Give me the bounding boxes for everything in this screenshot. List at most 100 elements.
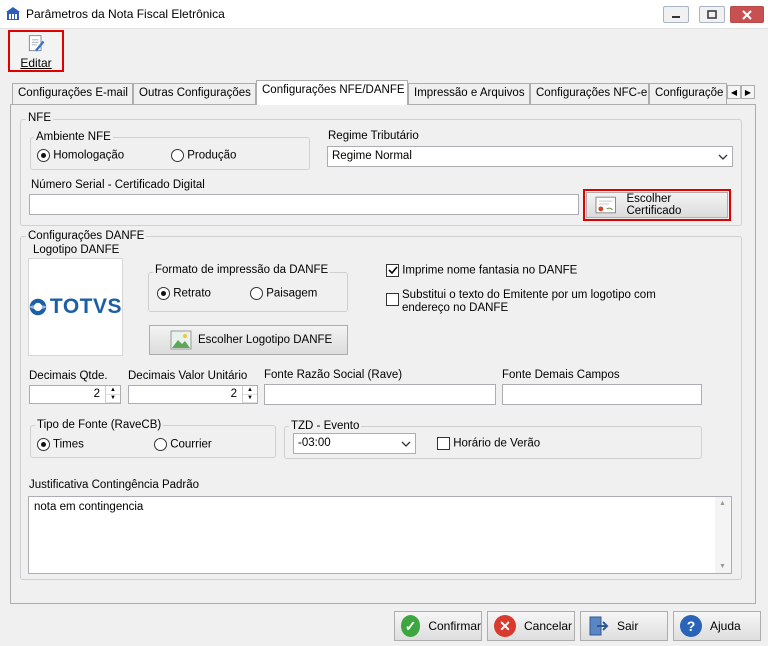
chevron-down-icon xyxy=(401,441,411,447)
justificativa-value: nota em contingencia xyxy=(34,501,144,513)
fonte-razao-input[interactable] xyxy=(264,384,496,405)
tzd-value: -03:00 xyxy=(298,437,331,449)
tab-scroll-left[interactable]: ◀ xyxy=(727,85,741,99)
serial-input[interactable] xyxy=(29,194,579,215)
regime-select[interactable]: Regime Normal xyxy=(327,146,733,167)
totvs-logo-icon xyxy=(29,298,47,316)
checkbox-label: Horário de Verão xyxy=(453,437,541,450)
radio-selected-icon xyxy=(157,287,170,300)
radio-producao[interactable]: Produção xyxy=(171,149,236,162)
radio-courrier[interactable]: Courrier xyxy=(154,438,212,451)
tab-label: Configurações E-mail xyxy=(18,87,128,99)
close-button[interactable] xyxy=(730,6,764,23)
radio-label: Produção xyxy=(187,149,237,162)
decimais-qtde-input[interactable]: 2 ▲ ▼ xyxy=(29,385,121,404)
tab-label: Configuraçõe xyxy=(655,87,724,99)
confirm-label: Confirmar xyxy=(428,619,481,633)
tab-label: Impressão e Arquivos xyxy=(414,87,525,99)
tab-impressao[interactable]: Impressão e Arquivos xyxy=(408,83,530,104)
choose-logo-button[interactable]: Escolher Logotipo DANFE xyxy=(149,325,348,355)
formato-label: Formato de impressão da DANFE xyxy=(153,264,331,276)
ambiente-label: Ambiente NFE xyxy=(34,131,113,143)
nfe-group-label: NFE xyxy=(26,112,53,124)
regime-value: Regime Normal xyxy=(332,150,412,162)
logo-preview: TOTVS xyxy=(28,258,123,356)
checkbox-icon xyxy=(386,293,399,306)
checkbox-label: Imprime nome fantasia no DANFE xyxy=(402,264,578,277)
radio-retrato[interactable]: Retrato xyxy=(157,287,211,300)
choose-logo-label: Escolher Logotipo DANFE xyxy=(198,334,333,346)
minimize-icon xyxy=(672,15,680,18)
radio-icon xyxy=(250,287,263,300)
tzd-label: TZD - Evento xyxy=(289,420,362,432)
tab-label: Configurações NFC-e xyxy=(536,87,648,99)
edit-label: Editar xyxy=(20,56,52,70)
checkbox-horario-verao[interactable]: Horário de Verão xyxy=(437,437,540,450)
tab-outras[interactable]: Outras Configurações xyxy=(133,83,256,104)
justificativa-textarea[interactable]: nota em contingencia ▲ ▼ xyxy=(28,496,732,574)
radio-times[interactable]: Times xyxy=(37,438,84,451)
tab-scroll-right[interactable]: ▶ xyxy=(741,85,755,99)
edit-document-icon xyxy=(28,35,45,52)
spinner[interactable]: ▲ ▼ xyxy=(105,386,120,403)
tipo-fonte-label: Tipo de Fonte (RaveCB) xyxy=(35,419,164,431)
tzd-select[interactable]: -03:00 xyxy=(293,433,416,454)
triangle-right-icon: ▶ xyxy=(744,87,752,97)
help-label: Ajuda xyxy=(710,619,741,633)
radio-icon xyxy=(171,149,184,162)
checkbox-icon xyxy=(437,437,450,450)
fonte-demais-label: Fonte Demais Campos xyxy=(502,369,620,381)
cancel-label: Cancelar xyxy=(524,619,573,633)
spin-down-icon: ▼ xyxy=(106,395,120,403)
cancel-icon: ✕ xyxy=(494,615,516,637)
decimais-valor-label: Decimais Valor Unitário xyxy=(128,370,248,382)
logo-text: TOTVS xyxy=(49,295,122,318)
checkbox-label: Substitui o texto do Emitente por um log… xyxy=(402,289,656,314)
justificativa-label: Justificativa Contingência Padrão xyxy=(29,479,200,491)
tab-nfe-danfe[interactable]: Configurações NFE/DANFE xyxy=(256,80,408,105)
choose-certificate-button[interactable]: Escolher Certificado xyxy=(586,192,728,218)
spin-up-icon: ▲ xyxy=(243,386,257,395)
checkbox-substitui-emitente[interactable]: Substitui o texto do Emitente por um log… xyxy=(386,289,686,315)
fonte-demais-input[interactable] xyxy=(502,384,702,405)
choose-certificate-label: Escolher Certificado xyxy=(626,193,682,217)
serial-label: Número Serial - Certificado Digital xyxy=(31,179,205,191)
fonte-razao-label: Fonte Razão Social (Rave) xyxy=(264,369,403,381)
radio-label: Paisagem xyxy=(266,287,318,300)
textarea-scrollbar[interactable]: ▲ ▼ xyxy=(715,497,731,573)
tab-label: Configurações NFE/DANFE xyxy=(262,84,405,96)
maximize-button[interactable] xyxy=(699,6,725,23)
confirm-button[interactable]: ✓ Confirmar xyxy=(394,611,482,641)
window-title: Parâmetros da Nota Fiscal Eletrônica xyxy=(26,7,225,21)
tab-nfce[interactable]: Configurações NFC-e xyxy=(530,83,649,104)
tab-label: Outras Configurações xyxy=(139,87,251,99)
spin-up-icon: ▲ xyxy=(106,386,120,395)
exit-label: Sair xyxy=(617,619,639,633)
decimais-qtde-label: Decimais Qtde. xyxy=(29,370,108,382)
chevron-down-icon xyxy=(718,154,728,160)
cert-button-highlight: Escolher Certificado xyxy=(583,189,731,221)
help-button[interactable]: ? Ajuda xyxy=(673,611,761,641)
danfe-group-label: Configurações DANFE xyxy=(26,230,147,242)
decimais-valor-input[interactable]: 2 ▲ ▼ xyxy=(128,385,258,404)
radio-label: Times xyxy=(53,438,84,451)
tab-configuracoes-more[interactable]: Configuraçõe xyxy=(649,83,727,104)
certificate-icon xyxy=(595,196,616,214)
checkbox-checked-icon xyxy=(386,264,399,277)
radio-label: Courrier xyxy=(170,438,212,451)
decimais-valor-value: 2 xyxy=(230,388,237,400)
tab-email[interactable]: Configurações E-mail xyxy=(12,83,133,104)
exit-door-icon xyxy=(589,616,609,636)
spinner[interactable]: ▲ ▼ xyxy=(242,386,257,403)
spin-down-icon: ▼ xyxy=(243,395,257,403)
radio-label: Homologação xyxy=(53,149,125,162)
minimize-button[interactable] xyxy=(663,6,689,23)
decimais-qtde-value: 2 xyxy=(93,388,100,400)
edit-button[interactable]: Editar xyxy=(8,30,64,72)
radio-paisagem[interactable]: Paisagem xyxy=(250,287,317,300)
radio-selected-icon xyxy=(37,438,50,451)
cancel-button[interactable]: ✕ Cancelar xyxy=(487,611,575,641)
radio-homologacao[interactable]: Homologação xyxy=(37,149,124,162)
checkbox-imprime-fantasia[interactable]: Imprime nome fantasia no DANFE xyxy=(386,264,577,277)
exit-button[interactable]: Sair xyxy=(580,611,668,641)
